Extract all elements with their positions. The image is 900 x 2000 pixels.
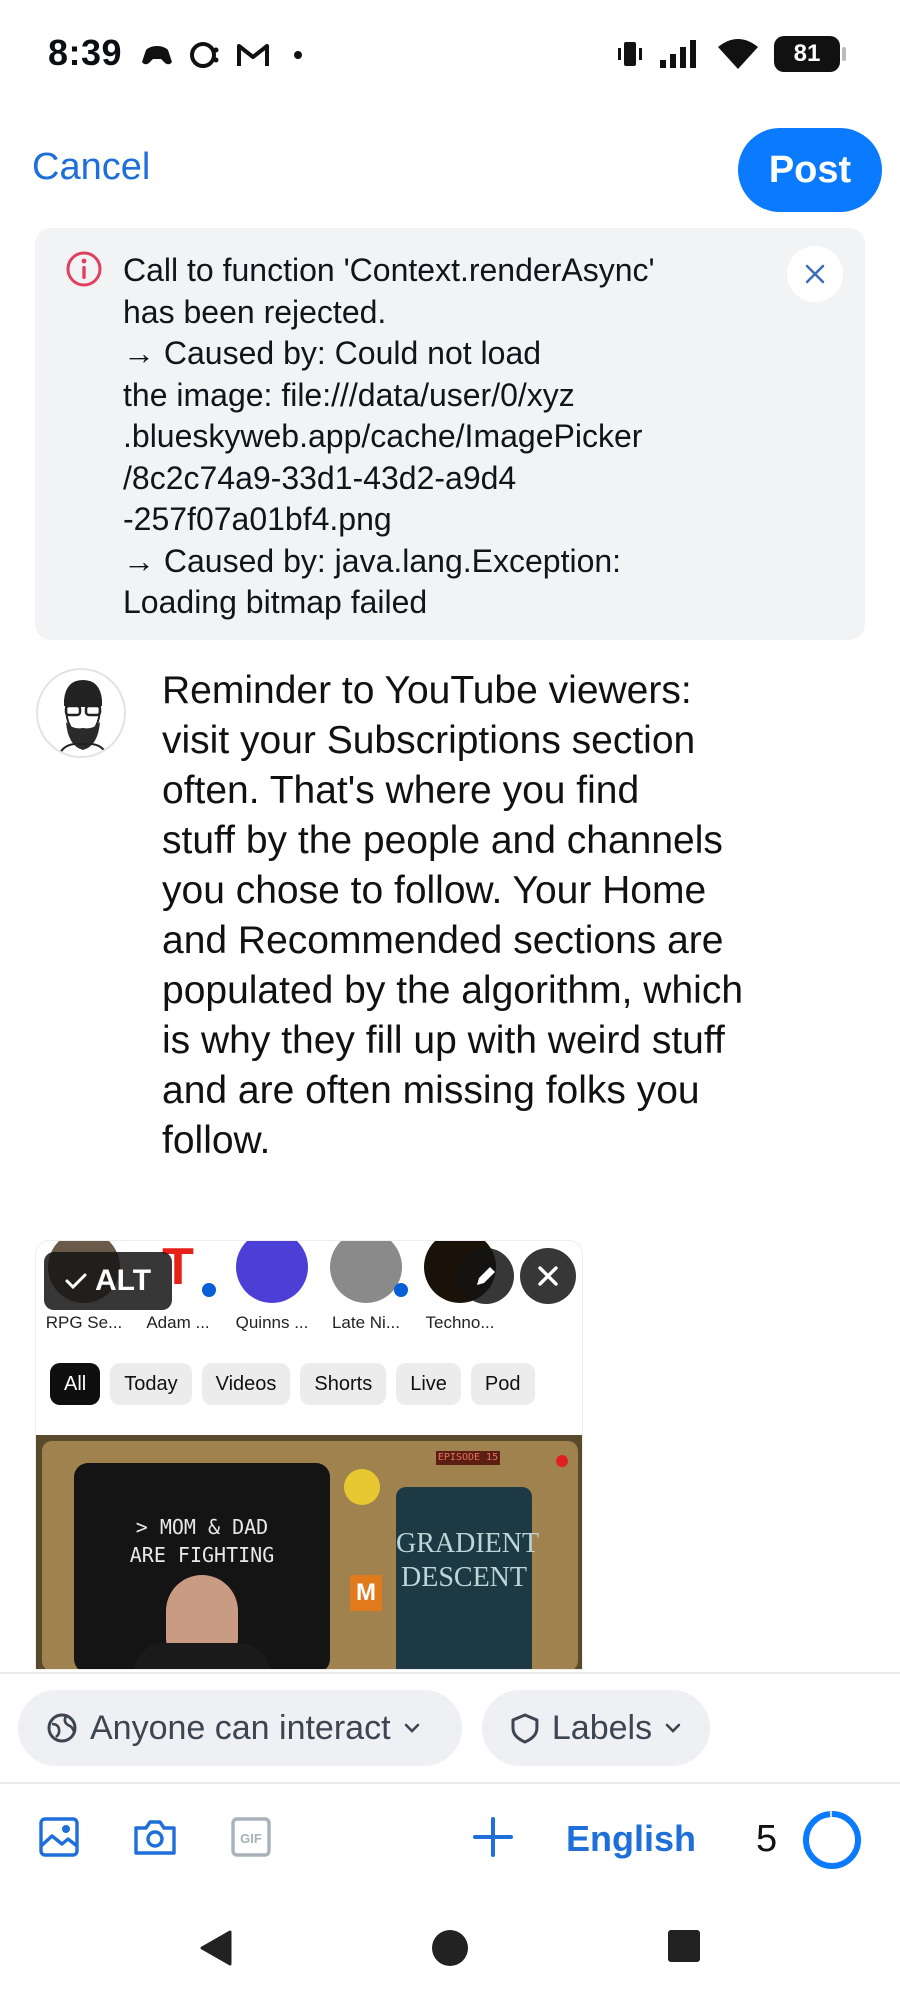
- check-icon: [65, 1273, 87, 1290]
- thumbnail-title: GRADIENT DESCENT: [396, 1528, 540, 1593]
- status-time: 8:39: [48, 32, 123, 73]
- chip-shorts: Shorts: [300, 1363, 387, 1405]
- channel-name: Quinns ...: [235, 1313, 309, 1332]
- channel-name: RPG Se...: [45, 1313, 123, 1332]
- recents-square-icon: [668, 1930, 700, 1962]
- thumbnail-caption: > MOM & DAD ARE FIGHTING: [129, 1515, 275, 1567]
- new-content-dot: [394, 1283, 408, 1297]
- camera-icon: [134, 1820, 176, 1855]
- alt-label: ALT: [94, 1264, 152, 1297]
- chip-podcasts: Pod: [470, 1363, 535, 1405]
- dismiss-error-button[interactable]: [787, 246, 843, 302]
- home-circle-icon: [432, 1930, 468, 1966]
- divider: [0, 1672, 900, 1674]
- gallery-button[interactable]: [34, 1812, 84, 1862]
- alt-text-button[interactable]: ALT: [44, 1252, 172, 1310]
- indicator-light: [556, 1455, 568, 1467]
- channel-avatar: [330, 1241, 402, 1303]
- post-button[interactable]: Post: [738, 128, 882, 212]
- wifi-icon: [718, 39, 758, 69]
- labels-button[interactable]: Labels: [482, 1690, 710, 1766]
- pencil-icon: [477, 1267, 495, 1285]
- interaction-label: Anyone can interact: [90, 1708, 391, 1747]
- divider: [0, 1782, 900, 1784]
- chevron-down-icon: [404, 1723, 419, 1733]
- back-triangle-icon: [200, 1930, 232, 1966]
- gif-icon: GIF: [231, 1817, 271, 1857]
- battery-indicator: 81: [774, 36, 846, 72]
- more-notifications-dot: [294, 51, 302, 59]
- system-icons: 81: [616, 36, 846, 72]
- episode-label: EPISODE 15: [436, 1451, 500, 1465]
- remove-image-button[interactable]: [520, 1248, 576, 1304]
- interaction-settings-button[interactable]: Anyone can interact: [18, 1690, 462, 1766]
- close-icon: [538, 1266, 558, 1286]
- tv-screen-left: > MOM & DAD ARE FIGHTING: [74, 1463, 330, 1669]
- labels-label: Labels: [551, 1708, 653, 1747]
- chip-videos: Videos: [201, 1363, 291, 1405]
- knob: [344, 1469, 380, 1505]
- cancel-button[interactable]: Cancel: [32, 146, 150, 189]
- gmail-icon: [237, 44, 269, 66]
- channel-item: Quinns ...: [232, 1241, 312, 1333]
- character-count: 5: [756, 1818, 778, 1860]
- recents-nav-button[interactable]: [666, 1928, 702, 1969]
- channel-name: Techno...: [425, 1313, 495, 1332]
- image-icon: [39, 1817, 79, 1857]
- avatar-illustration: [57, 680, 109, 756]
- signal-icon: [660, 40, 696, 68]
- game-controller-icon: [142, 46, 172, 65]
- m-logo: M: [350, 1575, 382, 1611]
- language-selector[interactable]: English: [566, 1818, 696, 1860]
- channel-name: Late Ni...: [331, 1313, 401, 1332]
- edit-image-button[interactable]: [458, 1248, 514, 1304]
- channel-avatar: [236, 1241, 308, 1303]
- back-nav-button[interactable]: [198, 1928, 234, 1973]
- gif-button[interactable]: GIF: [226, 1812, 276, 1862]
- error-message: Call to function 'Context.renderAsync' h…: [123, 252, 655, 620]
- tv-screen-right: GRADIENT DESCENT: [396, 1487, 540, 1669]
- svg-text:GIF: GIF: [240, 1831, 262, 1846]
- shield-icon: [511, 1713, 539, 1744]
- character-limit-ring: [803, 1811, 861, 1869]
- info-error-icon: [66, 251, 102, 287]
- add-thread-button[interactable]: [468, 1812, 518, 1862]
- home-nav-button[interactable]: [430, 1928, 470, 1973]
- chip-today: Today: [110, 1363, 192, 1405]
- battery-level: 81: [793, 40, 821, 67]
- camera-button[interactable]: [130, 1812, 180, 1862]
- new-content-dot: [202, 1283, 216, 1297]
- chevron-down-icon: [665, 1723, 681, 1733]
- person-shoulders: [134, 1643, 270, 1669]
- error-banner: Call to function 'Context.renderAsync' h…: [35, 228, 865, 640]
- chip-live: Live: [396, 1363, 461, 1405]
- notification-icons: [140, 40, 302, 70]
- chip-all: All: [50, 1363, 101, 1405]
- video-thumbnail: > MOM & DAD ARE FIGHTING EPISODE 15 M GR…: [36, 1435, 582, 1669]
- user-avatar[interactable]: [36, 668, 126, 758]
- status-bar: 8:39 81: [0, 0, 900, 110]
- vibrate-icon: [618, 42, 642, 66]
- messenger-icon: [190, 42, 219, 68]
- post-text-input[interactable]: Reminder to YouTube viewers: visit your …: [162, 666, 862, 1166]
- close-icon: [805, 264, 825, 284]
- earth-icon: [47, 1713, 77, 1743]
- filter-chips: All Today Videos Shorts Live Pod: [50, 1363, 535, 1405]
- channel-name: Adam ...: [146, 1313, 210, 1332]
- plus-icon: [473, 1817, 513, 1857]
